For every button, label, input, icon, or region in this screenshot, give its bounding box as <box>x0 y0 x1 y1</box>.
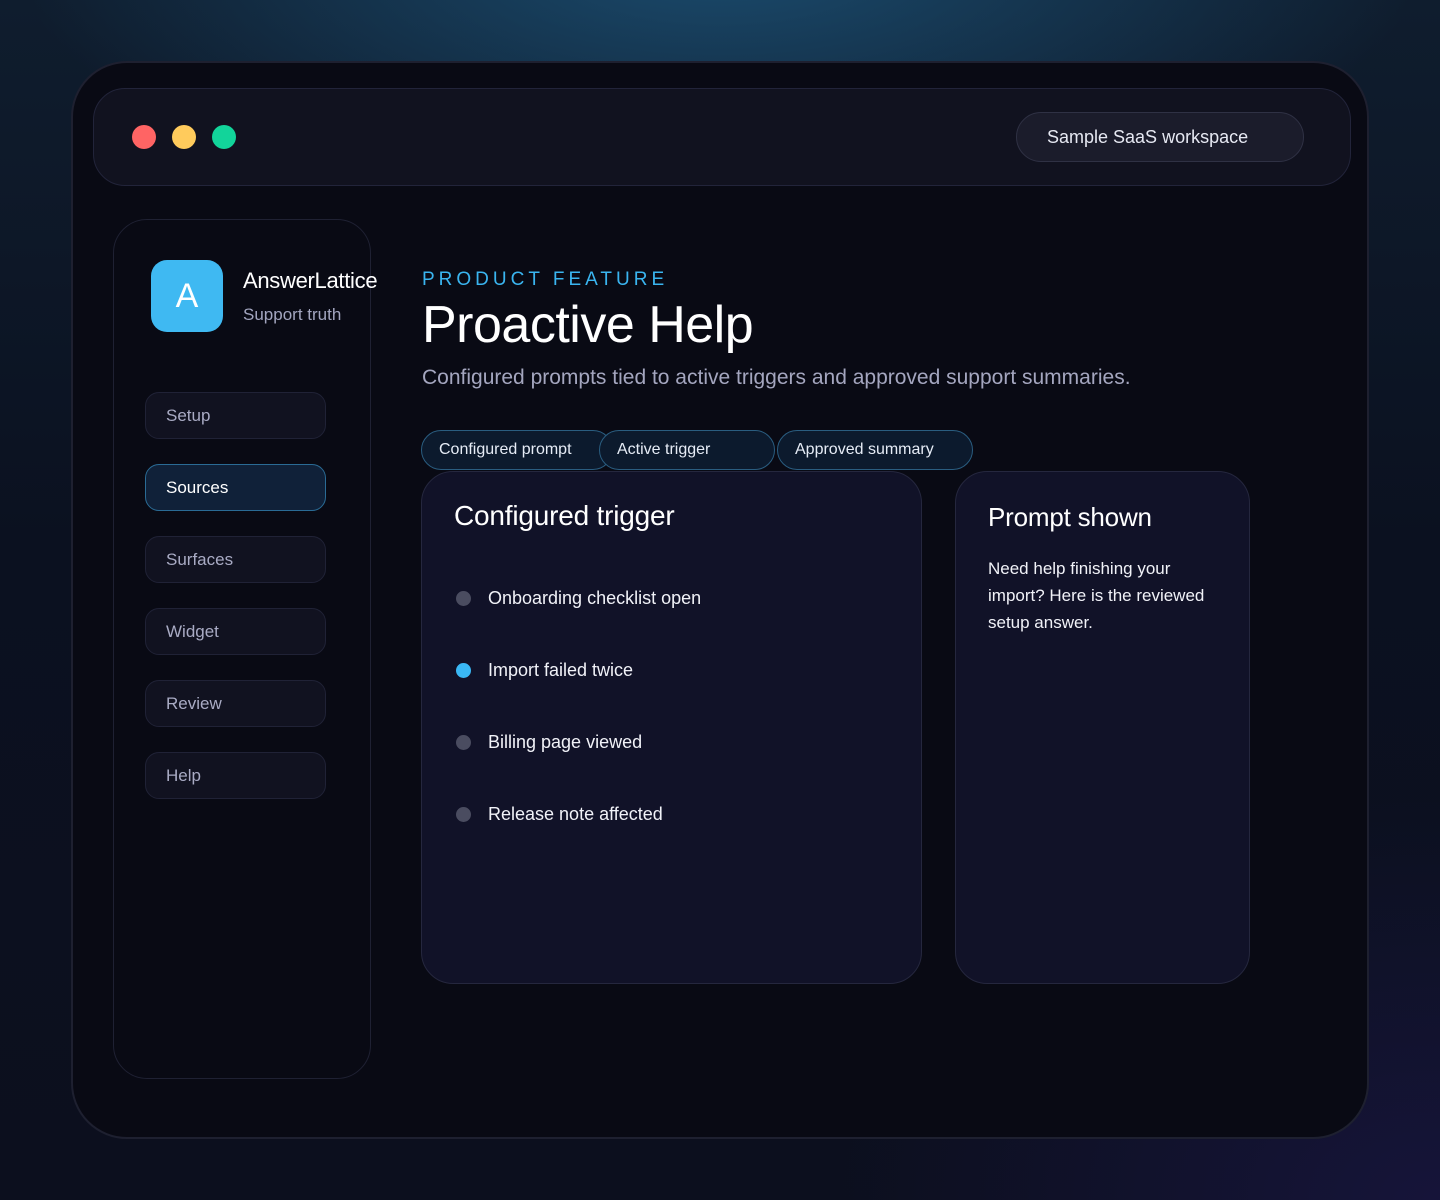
page-subtitle: Configured prompts tied to active trigge… <box>422 366 1131 389</box>
configured-trigger-card: Configured trigger Onboarding checklist … <box>421 471 922 984</box>
prompt-shown-card: Prompt shown Need help finishing your im… <box>955 471 1250 984</box>
page-title: Proactive Help <box>422 296 754 354</box>
trigger-label: Onboarding checklist open <box>488 588 702 608</box>
sidebar-item-surfaces[interactable]: Surfaces <box>145 536 326 583</box>
sidebar-item-widget[interactable]: Widget <box>145 608 326 655</box>
feature-eyebrow: PRODUCT FEATURE <box>422 269 669 290</box>
minimize-window-button[interactable] <box>172 125 196 149</box>
sidebar: A AnswerLattice Support truth Setup Sour… <box>113 219 378 1079</box>
chip-active-trigger[interactable]: Active trigger <box>599 430 775 470</box>
trigger-label: Release note affected <box>488 804 663 824</box>
active-status-dot-icon <box>456 663 471 678</box>
status-dot-icon <box>456 591 471 606</box>
prompt-text: Need help finishing your import? Here is… <box>988 559 1205 632</box>
sidebar-item-setup[interactable]: Setup <box>145 392 326 439</box>
trigger-label: Import failed twice <box>488 660 634 680</box>
title-bar: Sample SaaS workspace <box>93 88 1351 186</box>
prompt-shown-title: Prompt shown <box>988 502 1152 532</box>
sidebar-item-review[interactable]: Review <box>145 680 326 727</box>
configured-trigger-title: Configured trigger <box>454 500 675 531</box>
sidebar-item-sources[interactable]: Sources <box>145 464 326 511</box>
trigger-label: Billing page viewed <box>488 732 643 752</box>
status-dot-icon <box>456 807 471 822</box>
maximize-window-button[interactable] <box>212 125 236 149</box>
app-logo: A <box>151 260 223 332</box>
workspace-switcher[interactable]: Sample SaaS workspace <box>1016 112 1304 162</box>
brand-tagline: Support truth <box>243 305 342 324</box>
chip-configured-prompt[interactable]: Configured prompt <box>421 430 613 470</box>
app-window: Sample SaaS workspace A AnswerLattice Su… <box>71 61 1369 1139</box>
sidebar-item-help[interactable]: Help <box>145 752 326 799</box>
close-window-button[interactable] <box>132 125 156 149</box>
status-dot-icon <box>456 735 471 750</box>
chip-approved-summary[interactable]: Approved summary <box>777 430 973 470</box>
brand-name: AnswerLattice <box>243 268 378 293</box>
